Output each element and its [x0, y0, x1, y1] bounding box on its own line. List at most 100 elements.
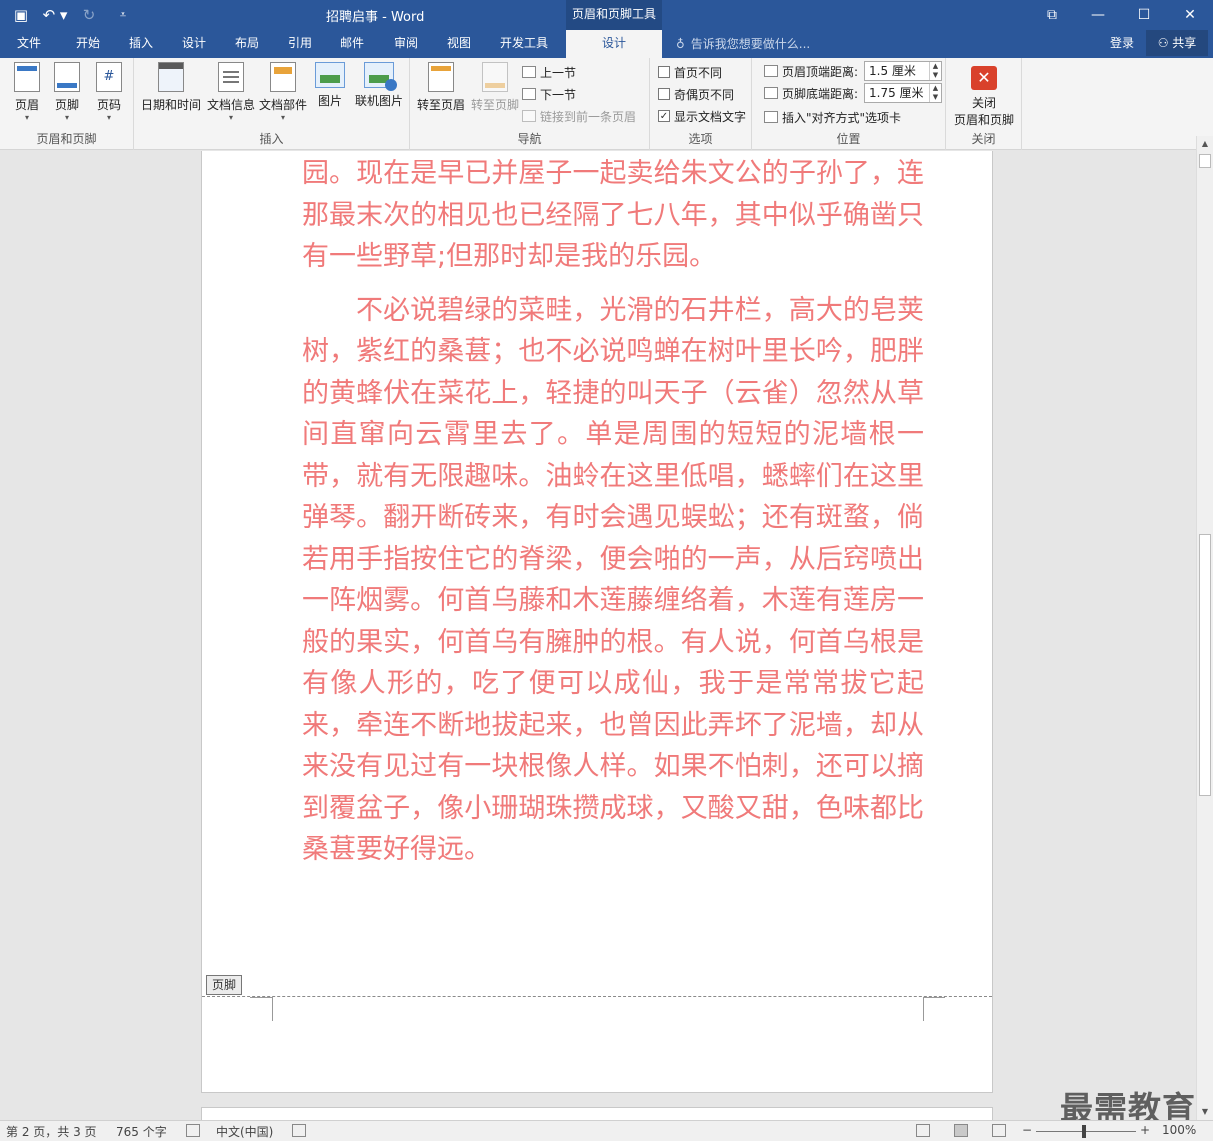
close-header-footer-button[interactable]: ✕ 关闭 页眉和页脚: [950, 66, 1018, 128]
signin-link[interactable]: 登录: [1110, 30, 1134, 56]
page-count[interactable]: 第 2 页，共 3 页: [6, 1123, 97, 1140]
ribbon-display-options-icon[interactable]: ⧉: [1029, 0, 1075, 30]
date-time-button[interactable]: 日期和时间: [140, 62, 202, 113]
share-label: 共享: [1172, 36, 1197, 50]
header-icon: [14, 62, 40, 92]
chevron-down-icon: ▾: [106, 113, 111, 122]
doc-parts-button[interactable]: 文档部件 ▾: [258, 62, 308, 123]
tab-developer[interactable]: 开发工具: [488, 30, 560, 58]
previous-section-icon: [522, 66, 536, 78]
scroll-down-icon[interactable]: ▼: [1197, 1104, 1213, 1120]
zoom-in-icon[interactable]: +: [1140, 1123, 1150, 1137]
macro-record-icon[interactable]: [292, 1124, 306, 1137]
next-section-button[interactable]: 下一节: [522, 84, 576, 104]
header-top-input[interactable]: 1.5 厘米 ▲ ▼: [864, 61, 942, 81]
group-insert: 日期和时间 文档信息 ▾ 文档部件 ▾ 图片 联机图片 插入: [134, 58, 410, 150]
scroll-up-icon[interactable]: ▲: [1197, 136, 1213, 152]
customize-qat-icon[interactable]: ⩡: [110, 4, 136, 26]
close-window-icon[interactable]: ✕: [1167, 0, 1213, 30]
tab-layout[interactable]: 布局: [222, 30, 272, 58]
footer-position-icon: [764, 87, 778, 99]
group-label: 页眉和页脚: [36, 132, 97, 146]
footer-edit-area[interactable]: [202, 997, 992, 1091]
tab-file[interactable]: 文件: [0, 30, 58, 58]
checkbox-unchecked: [658, 66, 670, 78]
checkbox-unchecked: [658, 88, 670, 100]
close-label-1: 关闭: [971, 96, 996, 110]
share-button[interactable]: ⚇ 共享: [1146, 30, 1208, 56]
group-position: 页眉顶端距离: 1.5 厘米 ▲ ▼ 页脚底端距离: 1.75 厘米 ▲ ▼ 插入"…: [752, 58, 946, 150]
save-icon[interactable]: ▣: [8, 4, 34, 26]
group-options: 首页不同 奇偶页不同 ✓ 显示文档文字 选项: [650, 58, 752, 150]
language[interactable]: 中文(中国): [216, 1123, 273, 1140]
web-layout-icon[interactable]: [992, 1124, 1006, 1137]
window-title: 招聘启事 - Word: [326, 10, 425, 25]
scroll-split-icon[interactable]: [1199, 154, 1211, 168]
prev-section-button[interactable]: 上一节: [522, 62, 576, 82]
online-picture-label: 联机图片: [354, 94, 403, 108]
diff-first-label: 首页不同: [674, 65, 723, 80]
zoom-slider-knob[interactable]: [1082, 1125, 1086, 1138]
vertical-scrollbar[interactable]: ▲ ▼: [1196, 136, 1213, 1120]
paragraph: 园。现在是早已并屋子一起卖给朱文公的子孙了，连那最末次的相见也已经隔了七八年，其…: [302, 158, 924, 272]
page: 园。现在是早已并屋子一起卖给朱文公的子孙了，连那最末次的相见也已经隔了七八年，其…: [201, 151, 993, 1093]
link-previous-button[interactable]: 链接到前一条页眉: [522, 106, 636, 126]
tell-me-box[interactable]: ♁ 告诉我您想要做什么...: [676, 30, 810, 58]
undo-icon[interactable]: ↶ ▾: [42, 4, 68, 26]
quick-access-toolbar: ▣ ↶ ▾ ↻ ⩡: [8, 4, 136, 26]
zoom-out-icon[interactable]: −: [1022, 1123, 1032, 1137]
tab-references[interactable]: 引用: [274, 30, 326, 58]
read-mode-icon[interactable]: [916, 1124, 930, 1137]
zoom-slider[interactable]: [1036, 1131, 1136, 1132]
tab-mailings[interactable]: 邮件: [326, 30, 378, 58]
next-section-icon: [522, 88, 536, 100]
title-bar: ▣ ↶ ▾ ↻ ⩡ 招聘启事 - Word 页眉和页脚工具 ⧉ — ☐ ✕: [0, 0, 1213, 30]
show-document-text-checkbox[interactable]: ✓ 显示文档文字: [658, 106, 746, 126]
tab-home[interactable]: 开始: [60, 30, 116, 58]
footer-button[interactable]: 页脚 ▾: [44, 62, 90, 123]
spin-arrows-icon[interactable]: ▲ ▼: [929, 84, 941, 102]
spin-arrows-icon[interactable]: ▲ ▼: [929, 62, 941, 80]
picture-button[interactable]: 图片: [310, 62, 350, 109]
zoom-level[interactable]: 100%: [1162, 1123, 1196, 1137]
insert-alignment-tab-button[interactable]: 插入"对齐方式"选项卡: [764, 107, 901, 127]
paragraph: 不必说碧绿的菜畦，光滑的石井栏，高大的皂荚树，紫红的桑葚；也不必说鸣蝉在树叶里长…: [302, 294, 924, 866]
tab-insert[interactable]: 插入: [116, 30, 166, 58]
different-first-page-checkbox[interactable]: 首页不同: [658, 62, 722, 82]
footer-bottom-distance: 页脚底端距离:: [764, 83, 858, 103]
document-body[interactable]: 园。现在是早已并屋子一起卖给朱文公的子孙了，连那最末次的相见也已经隔了七八年，其…: [302, 153, 924, 871]
redo-icon[interactable]: ↻: [76, 4, 102, 26]
print-layout-icon[interactable]: [954, 1124, 968, 1137]
online-picture-button[interactable]: 联机图片: [352, 62, 406, 109]
diff-odd-even-label: 奇偶页不同: [674, 87, 735, 102]
header-position-icon: [764, 65, 778, 77]
group-navigation: 转至页眉 转至页脚 上一节 下一节 链接到前一条页眉 导航: [410, 58, 650, 150]
group-close: ✕ 关闭 页眉和页脚 关闭: [946, 58, 1022, 150]
maximize-icon[interactable]: ☐: [1121, 0, 1167, 30]
footer-bottom-input[interactable]: 1.75 厘米 ▲ ▼: [864, 83, 942, 103]
tab-review[interactable]: 审阅: [380, 30, 432, 58]
context-tab-header: 页眉和页脚工具: [566, 0, 662, 30]
goto-footer-button[interactable]: 转至页脚: [468, 62, 522, 113]
picture-label: 图片: [317, 94, 342, 108]
different-odd-even-checkbox[interactable]: 奇偶页不同: [658, 84, 734, 104]
next-section-label: 下一节: [540, 87, 577, 102]
prev-section-label: 上一节: [540, 65, 577, 80]
chevron-down-icon: ▾: [64, 113, 69, 122]
word-count[interactable]: 765 个字: [116, 1123, 167, 1140]
lightbulb-icon: ♁: [676, 37, 685, 51]
scroll-thumb[interactable]: [1199, 534, 1211, 796]
proofing-icon[interactable]: [186, 1124, 200, 1137]
tab-view[interactable]: 视图: [432, 30, 486, 58]
header-top-distance: 页眉顶端距离:: [764, 61, 858, 81]
tab-design[interactable]: 设计: [168, 30, 220, 58]
alignment-tab-icon: [764, 111, 778, 123]
close-label-2: 页眉和页脚: [953, 113, 1014, 127]
minimize-icon[interactable]: —: [1075, 0, 1121, 30]
quick-parts-icon: [270, 62, 296, 92]
doc-info-button[interactable]: 文档信息 ▾: [206, 62, 256, 123]
tab-header-footer-design[interactable]: 设计: [566, 30, 662, 58]
page-number-icon: [96, 62, 122, 92]
goto-header-button[interactable]: 转至页眉: [414, 62, 468, 113]
page-number-button[interactable]: 页码 ▾: [86, 62, 132, 123]
